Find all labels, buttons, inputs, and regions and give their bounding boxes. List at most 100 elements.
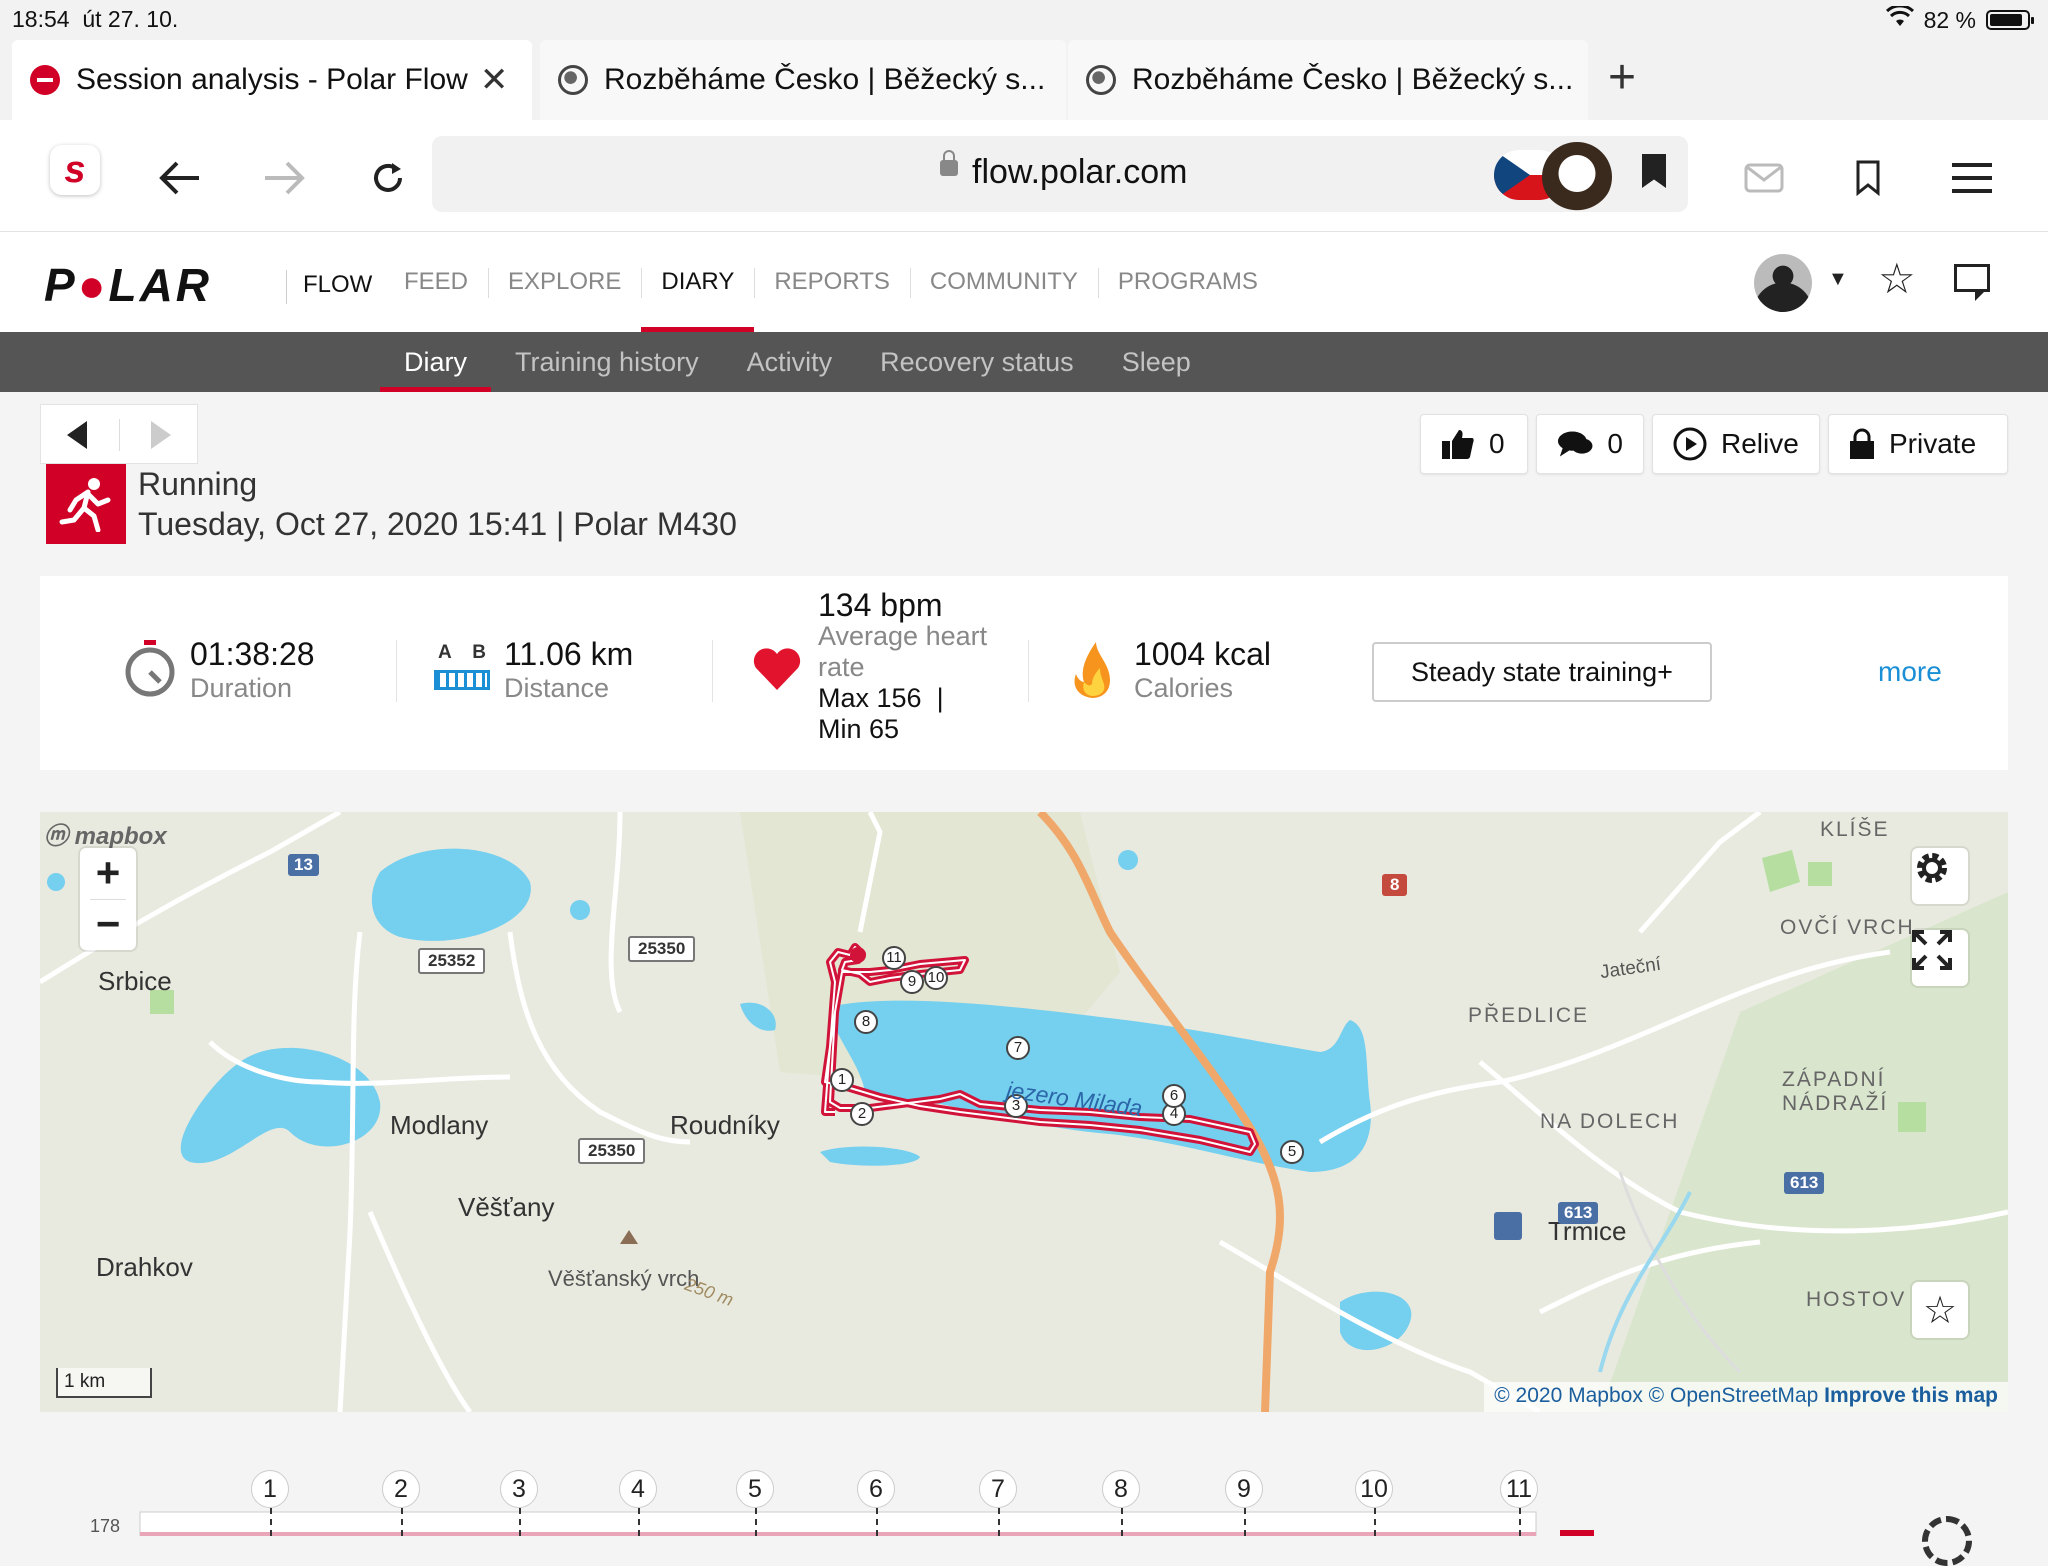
mapbox-attribution-link[interactable]: © 2020 Mapbox [1494, 1384, 1643, 1407]
road-shield: 613 [1784, 1172, 1825, 1194]
km-tick-label[interactable]: 3 [500, 1470, 538, 1508]
km-tick-line [755, 1508, 757, 1536]
ios-status-bar: 18:54 út 27. 10. 82 % [0, 0, 2048, 40]
menu-button[interactable] [1942, 148, 2002, 208]
km-marker[interactable]: 11 [882, 946, 906, 970]
messages-icon[interactable] [1954, 264, 1990, 301]
bookmark-star-icon[interactable] [1642, 154, 1666, 188]
status-time: 18:54 út 27. 10. [12, 6, 179, 32]
lock-icon [1850, 428, 1874, 459]
like-count: 0 [1489, 428, 1505, 459]
nav-reports[interactable]: REPORTS [754, 232, 910, 332]
privacy-button[interactable]: Private [1828, 414, 2008, 474]
point-a-label: A [438, 642, 452, 663]
km-tick-line [1374, 1508, 1376, 1536]
sub-nav: Diary Training history Activity Recovery… [0, 332, 2048, 392]
nav-diary[interactable]: DIARY [641, 232, 755, 332]
divider [1028, 640, 1029, 702]
avg-hr-value: 134 bpm [818, 587, 943, 623]
map-attribution: © 2020 Mapbox © OpenStreetMap Improve th… [1484, 1382, 2008, 1412]
mapbox-logo[interactable]: ⓜ mapbox [44, 816, 167, 851]
address-bar[interactable]: flow.polar.com [432, 136, 1688, 212]
user-avatar[interactable] [1754, 254, 1812, 312]
flame-icon [1074, 642, 1110, 698]
km-marker[interactable]: 2 [850, 1102, 874, 1126]
reload-button[interactable] [358, 148, 418, 208]
km-marker[interactable]: 5 [1280, 1140, 1304, 1164]
km-marker[interactable]: 8 [854, 1010, 878, 1034]
chart-frame [139, 1511, 1594, 1537]
min-hr: Min 65 [818, 714, 900, 744]
thumbs-up-icon [1442, 430, 1474, 459]
km-tick-label[interactable]: 4 [619, 1470, 657, 1508]
fullscreen-button[interactable] [1912, 930, 1968, 986]
nav-explore[interactable]: EXPLORE [488, 232, 641, 332]
subnav-activity[interactable]: Activity [723, 332, 857, 392]
close-tab-icon[interactable]: ✕ [480, 60, 509, 100]
chart-settings-gear-icon[interactable] [1922, 1516, 1972, 1566]
polar-logo[interactable]: P●LAR [44, 258, 212, 312]
bookmarks-button[interactable] [1838, 148, 1898, 208]
favorites-star-icon[interactable]: ☆ [1878, 254, 1916, 303]
km-tick-label[interactable]: 6 [857, 1470, 895, 1508]
district-label: OVČÍ VRCH [1780, 916, 1915, 939]
km-tick-label[interactable]: 10 [1355, 1470, 1393, 1508]
previous-session-button[interactable] [67, 421, 87, 449]
km-marker[interactable]: 9 [900, 970, 924, 994]
back-button[interactable] [150, 148, 210, 208]
more-link[interactable]: more [1878, 656, 1942, 688]
osm-attribution-link[interactable]: OpenStreetMap [1670, 1384, 1818, 1407]
next-session-button[interactable] [151, 421, 171, 449]
forward-button[interactable] [254, 148, 314, 208]
place-label: Modlany [390, 1110, 489, 1140]
km-marker[interactable]: 6 [1162, 1084, 1186, 1108]
new-tab-button[interactable]: + [1608, 50, 1636, 105]
km-tick-label[interactable]: 2 [382, 1470, 420, 1508]
tab-rozbehame-2[interactable]: Rozběháme Česko | Běžecký s... [1068, 40, 1588, 120]
wifi-icon [1885, 4, 1914, 34]
nav-programs[interactable]: PROGRAMS [1097, 232, 1278, 332]
chevron-down-icon[interactable]: ▼ [1828, 268, 1848, 291]
distance-label: Distance [504, 673, 610, 703]
km-tick-label[interactable]: 7 [979, 1470, 1017, 1508]
km-tick-line [270, 1508, 272, 1536]
place-label: Srbice [98, 966, 172, 996]
y-axis-top-label: 178 [90, 1516, 121, 1536]
session-chart[interactable]: 178 1 2 3 4 5 6 7 8 9 10 11 [0, 1412, 2048, 1566]
avg-hr-label-line2: rate [818, 652, 865, 682]
comment-button[interactable]: 0 [1536, 414, 1644, 474]
training-benefit-badge[interactable]: Steady state training+ [1372, 642, 1712, 702]
zoom-out-button[interactable]: − [96, 900, 121, 950]
subnav-diary[interactable]: Diary [380, 332, 492, 392]
seznam-logo-icon[interactable]: s [50, 145, 100, 195]
km-tick-label[interactable]: 9 [1225, 1470, 1263, 1508]
like-button[interactable]: 0 [1420, 414, 1528, 474]
zoom-in-button[interactable]: + [96, 849, 121, 899]
tab-session-analysis[interactable]: Session analysis - Polar Flow ✕ [12, 40, 532, 120]
km-marker[interactable]: 10 [924, 966, 948, 990]
gear-icon [1917, 853, 1947, 883]
route-map[interactable]: 1 2 3 4 5 6 7 8 9 10 11 ⓜ mapbox Srbice Modlany Ro… [40, 812, 2008, 1412]
running-icon [46, 464, 126, 544]
mail-button[interactable] [1734, 148, 1794, 208]
road-shield: 25350 [628, 936, 696, 962]
map-favorite-button[interactable]: ☆ [1912, 1282, 1968, 1338]
map-settings-button[interactable] [1912, 848, 1968, 904]
subnav-recovery-status[interactable]: Recovery status [856, 332, 1098, 392]
km-tick-label[interactable]: 11 [1500, 1470, 1538, 1508]
improve-map-link[interactable]: Improve this map [1824, 1384, 1998, 1407]
district-label: ZÁPADNÍ [1782, 1068, 1886, 1091]
km-marker[interactable]: 1 [830, 1068, 854, 1092]
km-tick-label[interactable]: 5 [736, 1470, 774, 1508]
km-tick-label[interactable]: 1 [251, 1470, 289, 1508]
lock-icon [940, 150, 958, 176]
relive-button[interactable]: Relive [1652, 414, 1820, 474]
dog-avatar-icon[interactable] [1542, 142, 1612, 212]
nav-community[interactable]: COMMUNITY [909, 232, 1098, 332]
tab-rozbehame-1[interactable]: Rozběháme Česko | Běžecký s... [540, 40, 1066, 120]
km-tick-label[interactable]: 8 [1102, 1470, 1140, 1508]
subnav-sleep[interactable]: Sleep [1098, 332, 1215, 392]
nav-feed[interactable]: FEED [384, 232, 488, 332]
km-marker[interactable]: 7 [1006, 1036, 1030, 1060]
subnav-training-history[interactable]: Training history [491, 332, 723, 392]
